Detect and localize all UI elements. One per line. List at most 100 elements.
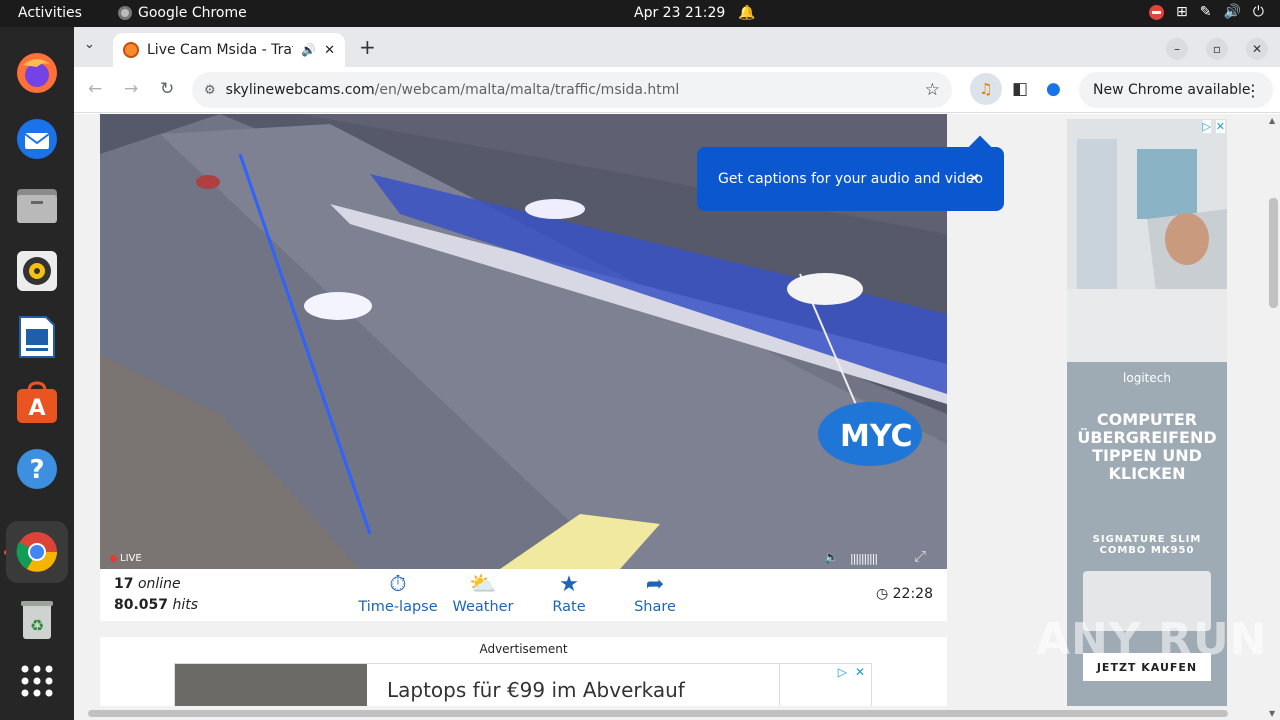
online-label: online — [137, 576, 181, 592]
timelapse-label: Time-lapse — [358, 599, 438, 615]
clock-icon: ◷ — [875, 586, 889, 602]
clock[interactable]: Apr 23 21:29 — [634, 5, 725, 21]
hscroll-thumb[interactable] — [88, 710, 1228, 717]
new-chrome-button[interactable]: New Chrome available ⋮ — [1079, 72, 1273, 108]
captions-close-icon[interactable]: ✕ — [968, 171, 980, 187]
reload-button[interactable]: ↻ — [160, 79, 174, 99]
share-label: Share — [634, 599, 676, 615]
microphone-icon: ✎ — [1199, 4, 1212, 20]
online-count: 17 — [114, 576, 134, 592]
tab-title: Live Cam Msida - Traffi — [147, 42, 294, 58]
horizontal-scrollbar[interactable] — [74, 706, 1266, 720]
menu-icon[interactable]: ⋮ — [1245, 81, 1261, 100]
hits-stat: 80.057 hits — [114, 597, 198, 613]
local-time-value: 22:28 — [892, 586, 933, 602]
online-stat: 17 online — [114, 576, 181, 592]
new-tab-button[interactable]: + — [359, 35, 376, 59]
impress-icon[interactable] — [13, 313, 61, 361]
timelapse-button[interactable]: ⏱ Time-lapse — [353, 571, 443, 615]
scroll-down-icon[interactable]: ▼ — [1269, 709, 1275, 718]
bookmark-star-icon[interactable]: ☆ — [925, 80, 940, 100]
do-not-disturb-icon — [1149, 4, 1165, 20]
url-domain: skylinewebcams.com — [225, 82, 375, 98]
captions-popup[interactable]: Get captions for your audio and video ✕ — [697, 147, 1004, 211]
help-icon[interactable]: ? — [13, 445, 61, 493]
advertisement-label: Advertisement — [479, 642, 568, 656]
svg-text:?: ? — [29, 455, 44, 485]
show-apps-icon[interactable] — [13, 657, 61, 705]
network-icon: ⊞ — [1176, 4, 1188, 20]
side-ad-close-icon[interactable]: ✕ — [1215, 120, 1225, 133]
app-center-icon[interactable]: A — [13, 379, 61, 427]
close-window-button[interactable]: ✕ — [1246, 38, 1268, 60]
side-ad-product: SIGNATURE SLIM COMBO MK950 — [1092, 534, 1202, 556]
rate-button[interactable]: ★ Rate — [524, 571, 614, 615]
back-button[interactable]: ← — [88, 79, 102, 99]
rate-label: Rate — [552, 599, 586, 615]
side-adchoices-icon[interactable]: ▷ — [1202, 120, 1211, 133]
scroll-thumb[interactable] — [1269, 198, 1278, 308]
weather-button[interactable]: ⛅ Weather — [438, 571, 528, 615]
volume-bars-icon[interactable]: |||||||||| — [850, 552, 878, 565]
app-menu[interactable]: Google Chrome — [118, 5, 247, 21]
app-name: Google Chrome — [138, 5, 247, 21]
scroll-up-icon[interactable]: ▲ — [1269, 116, 1275, 125]
trash-icon[interactable]: ♻ — [13, 595, 61, 643]
minimize-button[interactable]: – — [1166, 38, 1188, 60]
audio-playing-icon[interactable]: 🔊 — [301, 43, 316, 57]
ad-close-icon[interactable]: ✕ — [855, 665, 865, 679]
adchoices-icon[interactable]: ▷ — [838, 665, 847, 679]
hits-label: hits — [172, 597, 199, 613]
tab-search-icon[interactable]: ⌄ — [84, 37, 95, 52]
timelapse-icon: ⏱ — [389, 572, 407, 597]
vertical-scrollbar[interactable]: ▲ ▼ — [1266, 114, 1280, 720]
share-button[interactable]: ➦ Share — [610, 571, 700, 615]
site-info-icon[interactable]: ⚙ — [204, 83, 216, 98]
anyrun-watermark: ANY RUN — [1036, 614, 1268, 665]
chrome-window: ⌄ Live Cam Msida - Traffi 🔊 ✕ + – ▫ ✕ ← … — [74, 27, 1280, 720]
live-dot-icon — [110, 555, 117, 562]
webcam-info-bar: 17 online 80.057 hits ⏱ Time-lapse ⛅ Wea… — [100, 569, 947, 621]
local-time: ◷ 22:28 — [876, 586, 933, 602]
side-ad-image — [1067, 119, 1227, 362]
weather-icon: ⛅ — [469, 572, 497, 597]
address-bar[interactable]: ⚙ skylinewebcams.com/en/webcam/malta/mal… — [192, 72, 952, 108]
tab-strip: ⌄ Live Cam Msida - Traffi 🔊 ✕ + – ▫ ✕ — [74, 27, 1280, 67]
system-tray[interactable]: ⊞ ✎ 🔊 ⏻ — [1149, 4, 1264, 20]
activities-button[interactable]: Activities — [18, 5, 82, 21]
weather-label: Weather — [452, 599, 514, 615]
captions-popup-text: Get captions for your audio and video — [718, 171, 984, 187]
chrome-dock-icon[interactable] — [6, 521, 68, 583]
live-label: LIVE — [120, 553, 142, 564]
svg-text:A: A — [28, 396, 45, 421]
media-controls-icon[interactable]: ♫ — [970, 73, 1002, 105]
share-icon: ➦ — [645, 572, 665, 597]
mute-icon[interactable]: 🔈 — [824, 550, 839, 564]
rhythmbox-icon[interactable] — [13, 247, 61, 295]
side-panel-icon[interactable]: ◧ — [1012, 79, 1028, 99]
forward-button[interactable]: → — [124, 79, 138, 99]
dock: A ? ♻ — [0, 27, 74, 720]
hits-count: 80.057 — [114, 597, 169, 613]
volume-icon: 🔊 — [1223, 4, 1241, 20]
cam-logo: MYC — [840, 419, 913, 454]
site-favicon-icon — [123, 42, 139, 58]
power-icon: ⏻ — [1252, 4, 1264, 20]
thunderbird-icon[interactable] — [13, 115, 61, 163]
files-icon[interactable] — [13, 181, 61, 229]
tab-live-cam[interactable]: Live Cam Msida - Traffi 🔊 ✕ — [113, 33, 345, 67]
ad-banner-text: Laptops für €99 im Abverkauf — [387, 678, 685, 702]
maximize-button[interactable]: ▫ — [1206, 38, 1228, 60]
live-indicator: LIVE — [110, 553, 142, 564]
tab-close-icon[interactable]: ✕ — [324, 43, 335, 58]
star-icon: ★ — [559, 572, 579, 597]
page-viewport: MYC LIVE 🔈 |||||||||| ⤢ 17 online 80.057… — [74, 114, 1280, 720]
fullscreen-icon[interactable]: ⤢ — [914, 547, 926, 565]
new-chrome-label: New Chrome available — [1093, 82, 1251, 98]
profile-icon[interactable]: ● — [1046, 79, 1061, 99]
bell-icon[interactable]: 🔔 — [738, 5, 755, 21]
system-top-bar: Activities Google Chrome Apr 23 21:29 🔔 … — [0, 0, 1280, 27]
side-ad-brand: logitech — [1123, 371, 1171, 385]
firefox-icon[interactable] — [13, 49, 61, 97]
url-path: /en/webcam/malta/malta/traffic/msida.htm… — [374, 82, 680, 98]
